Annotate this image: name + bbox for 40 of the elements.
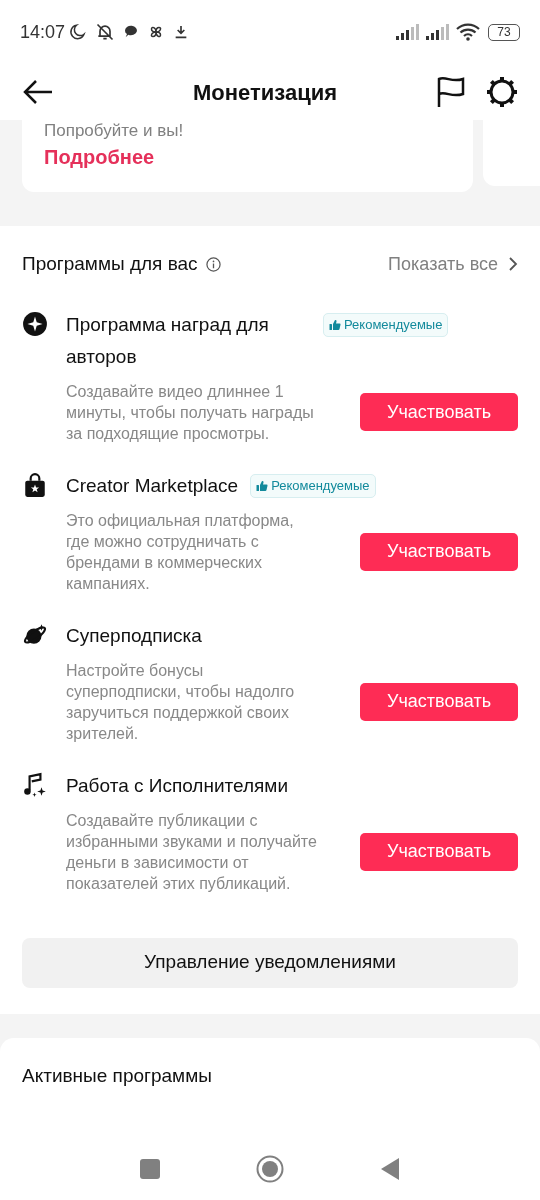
badge-text: Рекомендуемые (344, 315, 443, 334)
thumbs-up-icon (329, 318, 341, 331)
music-note-icon (22, 771, 48, 798)
promo-text: Попробуйте и вы! (44, 120, 185, 142)
info-icon[interactable] (205, 256, 221, 272)
badge-text: Рекомендуемые (271, 476, 370, 495)
participate-button[interactable]: Участвовать (360, 832, 518, 871)
section-title: Активные программы (22, 1064, 212, 1086)
program-description: Настройте бонусы суперподписки, чтобы надолго заручиться поддержкой своих зрителей. (66, 660, 296, 744)
moon-icon (69, 23, 88, 41)
signal-icon (426, 24, 450, 40)
section-title: Программы для вас (22, 252, 198, 276)
wifi-icon (456, 23, 480, 41)
page-title: Монетизация (192, 78, 338, 107)
shopping-bag-icon (22, 471, 48, 498)
participate-button[interactable]: Участвовать (360, 532, 518, 571)
participate-button[interactable]: Участвовать (360, 393, 518, 431)
program-title: Суперподписка (66, 623, 202, 648)
program-title: Программа наград для авторов (66, 312, 270, 369)
sparkle-icon (22, 310, 48, 337)
program-description: Это официальная платформа, где можно сотрудничать с брендами в коммерческих кампаниях. (66, 510, 295, 594)
program-description: Создавайте публикации с избранными звуками и получайте деньги в зависимости от показателей этих публикаций. (66, 810, 318, 894)
back-arrow-icon[interactable] (22, 78, 54, 106)
flag-icon[interactable] (436, 76, 466, 108)
participate-button[interactable]: Участвовать (360, 682, 518, 721)
status-time: 14:07 (20, 20, 66, 44)
back-icon[interactable] (380, 1157, 400, 1181)
show-all-link[interactable]: Показать все (388, 250, 498, 278)
settings-icon[interactable] (486, 76, 518, 108)
muted-bell-icon (95, 22, 116, 42)
home-icon[interactable] (256, 1155, 284, 1183)
more-link[interactable]: Подробнее (44, 142, 451, 172)
thumbs-up-icon (256, 479, 269, 492)
program-title: Creator Marketplace (66, 473, 239, 498)
manage-notifications-button[interactable]: Управление уведомлениями (22, 937, 518, 988)
program-title: Работа с Исполнителями (66, 773, 289, 798)
chevron-right-icon[interactable] (508, 257, 518, 272)
battery-indicator: 73 (488, 23, 520, 41)
program-description: Создавайте видео длиннее 1 минуты, чтобы получать награды за подходящие просмотры. (66, 381, 315, 444)
signal-icon (396, 24, 420, 40)
